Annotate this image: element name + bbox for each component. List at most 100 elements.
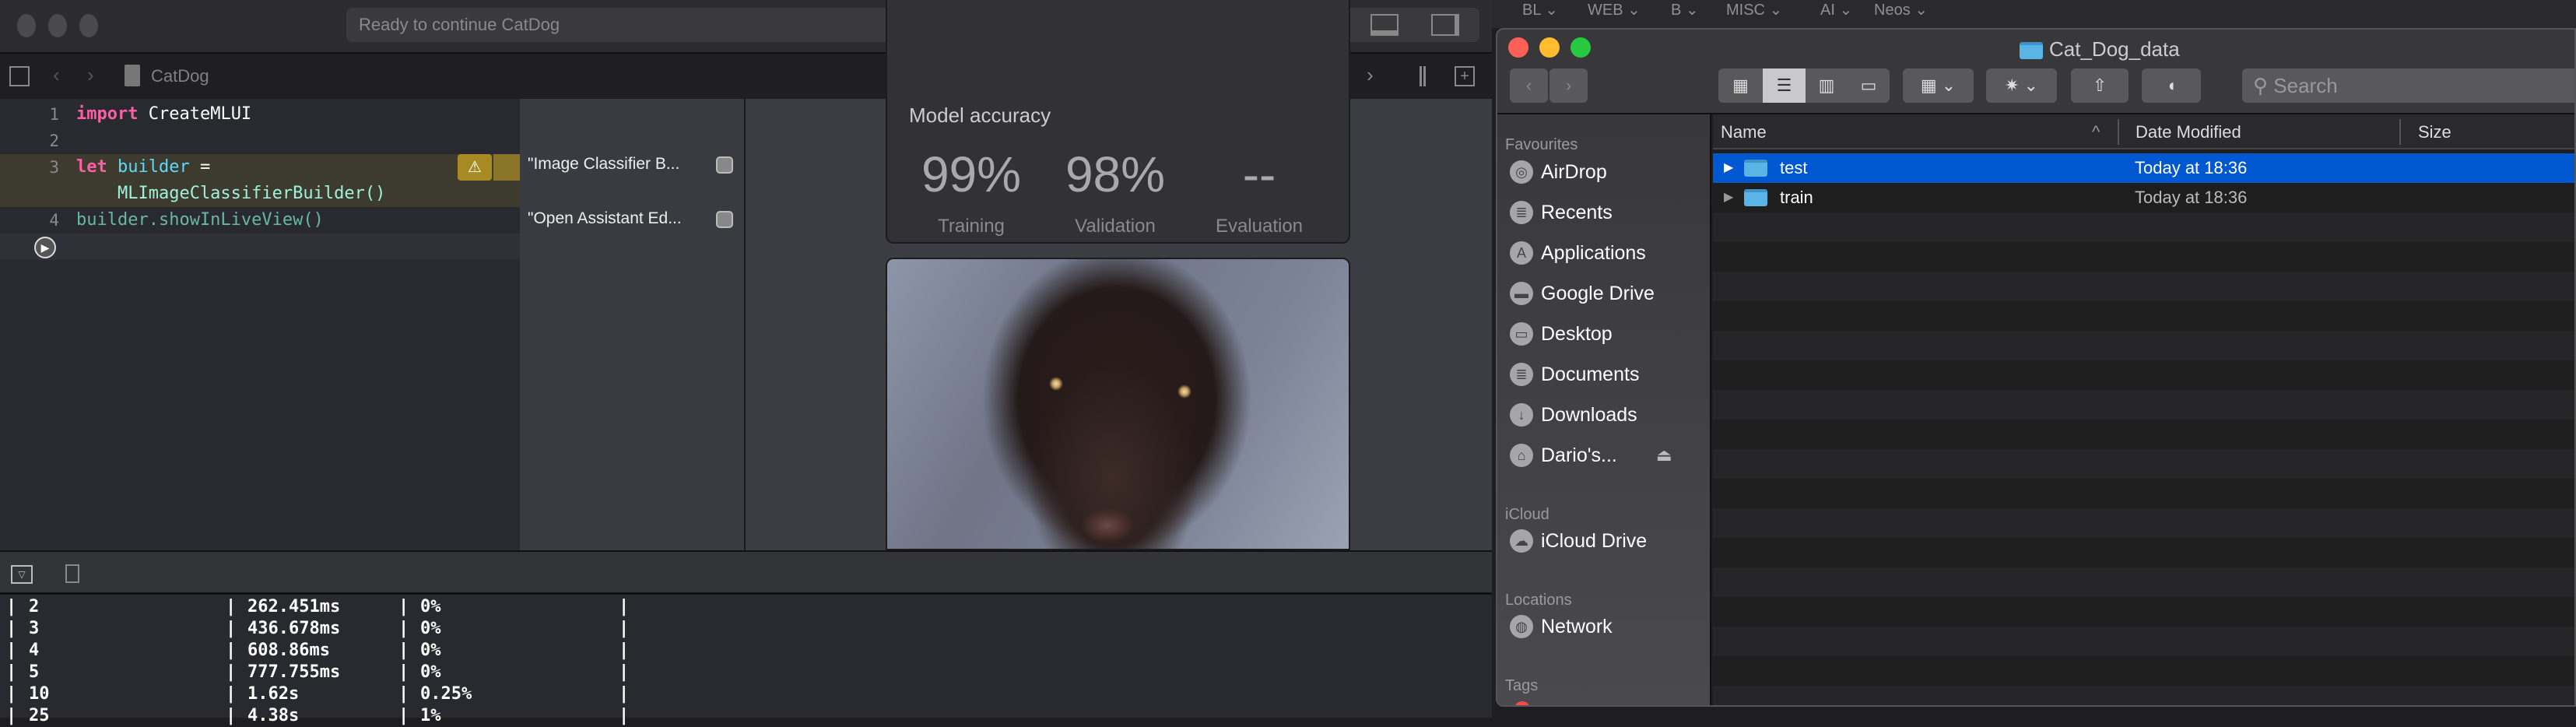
bookmark-folder[interactable]: B ⌄ <box>1671 0 1699 19</box>
sidebar-item[interactable]: A Applications <box>1510 239 1646 267</box>
console-cell: 777.755ms <box>247 662 341 682</box>
drive-icon: ⌂ <box>1510 444 1533 467</box>
recents-icon: ≣ <box>1510 201 1533 224</box>
sidebar-item[interactable]: ◎ AirDrop <box>1510 158 1607 186</box>
zoom-button[interactable] <box>1571 37 1591 58</box>
tags-header: Tags <box>1505 677 1539 694</box>
line-number <box>0 181 59 207</box>
disclosure-triangle-icon[interactable]: ▶ <box>1724 153 1733 183</box>
sidebar-item[interactable]: ◍ Network <box>1510 613 1613 641</box>
inspector-toggle-icon[interactable] <box>1431 14 1459 36</box>
red-tag-icon[interactable] <box>1514 701 1530 705</box>
gallery-view-icon[interactable]: ▭ <box>1848 68 1890 103</box>
disclosure-triangle-icon[interactable]: ▶ <box>1724 183 1733 212</box>
quick-look-icon[interactable] <box>716 156 733 174</box>
back-icon[interactable]: ‹ <box>53 63 60 87</box>
sidebar-item[interactable]: ⌂ Dario's... ⏏ <box>1510 441 1672 469</box>
window-title: Cat_Dog_data <box>2015 37 2180 61</box>
console-toggle-icon[interactable] <box>65 564 79 583</box>
bookmark-folder[interactable]: MISC ⌄ <box>1726 0 1782 19</box>
sidebar-item[interactable]: ≣ Documents <box>1510 360 1639 388</box>
title-text: Cat_Dog_data <box>2049 37 2180 61</box>
code-editor[interactable]: ⚠ 1 import CreateMLUI 2 3 let builder = MLIm… <box>0 99 520 550</box>
bookmark-folder[interactable]: BL ⌄ <box>1522 0 1558 19</box>
training-accuracy: 99% <box>921 146 1022 202</box>
sidebar-item[interactable]: ≣ Recents <box>1510 198 1613 227</box>
result-item: "Image Classifier B... <box>528 155 680 173</box>
bookmark-label: AI <box>1820 2 1835 19</box>
quick-look-icon[interactable] <box>716 211 733 228</box>
add-editor-icon[interactable]: + <box>1455 66 1475 86</box>
next-issue-icon[interactable]: › <box>1367 63 1374 87</box>
group-button[interactable]: ▦ ⌄ <box>1903 68 1974 103</box>
sidebar-item[interactable]: ▭ Desktop <box>1510 320 1613 348</box>
console-cell: 4.38s <box>247 706 300 725</box>
file-name: train <box>1780 188 1813 207</box>
breadcrumb-file[interactable]: CatDog <box>151 66 209 86</box>
code-line[interactable]: builder.showInLiveView() <box>76 207 324 234</box>
zoom-button[interactable] <box>79 14 98 37</box>
table-pipe: | <box>398 684 409 704</box>
minimize-button[interactable] <box>48 14 67 37</box>
run-button-icon[interactable]: ▶ <box>34 237 56 258</box>
warning-badge-icon[interactable]: ⚠ <box>458 154 492 181</box>
forward-icon[interactable]: › <box>87 63 94 87</box>
icon-view-icon[interactable]: ▦ <box>1718 68 1763 103</box>
code-line[interactable]: MLImageClassifierBuilder() <box>76 181 385 207</box>
code-line[interactable]: let builder = <box>76 154 210 181</box>
sidebar-item[interactable]: ▬ Google Drive <box>1510 279 1655 307</box>
chevron-down-icon: ⌄ <box>1765 2 1783 19</box>
table-pipe: | <box>6 684 17 704</box>
minimize-button[interactable] <box>1539 37 1560 58</box>
file-row[interactable]: ▶ train Today at 18:36 <box>1713 183 2574 212</box>
debug-toggle-icon[interactable] <box>1370 14 1399 36</box>
console-row: | | | | 3 436.678ms 0% <box>0 618 1492 640</box>
empty-row <box>1713 331 2574 360</box>
folder-icon <box>1744 160 1767 177</box>
code-token: builder.showInLiveView() <box>76 210 324 230</box>
console-output[interactable]: | | | | 2 262.451ms 0% | | | | 3 436.678ms 0% | | | | 4 608… <box>0 595 1492 725</box>
folder-icon <box>1744 189 1767 206</box>
console-cell: 0.25% <box>420 684 472 704</box>
bookmark-label: MISC <box>1726 2 1765 19</box>
tag-button[interactable]: ◖ <box>2142 68 2201 103</box>
file-row[interactable]: ▶ test Today at 18:36 <box>1713 153 2574 183</box>
chevron-down-icon: ⌄ <box>1681 2 1699 19</box>
bookmark-folder[interactable]: WEB ⌄ <box>1588 0 1641 19</box>
column-divider[interactable] <box>2399 119 2401 145</box>
name-column-header[interactable]: Name <box>1721 114 1767 149</box>
code-line[interactable]: import CreateMLUI <box>76 101 251 128</box>
empty-row <box>1713 212 2574 242</box>
bookmark-label: BL <box>1522 2 1541 19</box>
column-view-icon[interactable]: ▥ <box>1806 68 1848 103</box>
bookmark-folder[interactable]: Neos ⌄ <box>1874 0 1928 19</box>
table-pipe: | <box>226 706 237 725</box>
sidebar-item[interactable]: ↓ Downloads <box>1510 401 1637 429</box>
sidebar-item[interactable]: ☁ iCloud Drive <box>1510 527 1647 555</box>
column-divider[interactable] <box>2118 119 2119 145</box>
share-button[interactable]: ⇧ <box>2071 68 2129 103</box>
table-pipe: | <box>619 597 630 616</box>
finder-toolbar: Cat_Dog_data ‹ › ▦ ☰ ▥ ▭ ▦ ⌄ ✷ ⌄ ⇧ ◖ ⚲ S… <box>1497 30 2574 114</box>
code-token: builder <box>107 157 190 177</box>
search-field[interactable]: ⚲ Search <box>2242 68 2574 103</box>
editor-options-icon[interactable] <box>1398 66 1426 86</box>
close-button[interactable] <box>1508 37 1528 58</box>
close-button[interactable] <box>17 14 36 37</box>
date-column-header[interactable]: Date Modified <box>2136 114 2241 149</box>
downloads-icon: ↓ <box>1510 403 1533 427</box>
related-items-icon[interactable] <box>9 66 30 86</box>
back-button[interactable]: ‹ <box>1510 68 1548 103</box>
validation-label: Validation <box>1075 216 1156 237</box>
size-column-header[interactable]: Size <box>2418 114 2451 149</box>
eject-icon[interactable]: ⏏ <box>1656 445 1672 465</box>
action-gear-button[interactable]: ✷ ⌄ <box>1986 68 2057 103</box>
sort-ascending-icon: ^ <box>2092 122 2100 142</box>
hide-debug-area-icon[interactable]: ▽ <box>11 565 33 584</box>
bookmark-folder[interactable]: AI ⌄ <box>1820 0 1852 19</box>
bookmark-label: B <box>1671 2 1682 19</box>
table-pipe: | <box>619 706 630 725</box>
table-pipe: | <box>226 662 237 682</box>
forward-button[interactable]: › <box>1549 68 1588 103</box>
list-view-icon[interactable]: ☰ <box>1763 68 1806 103</box>
